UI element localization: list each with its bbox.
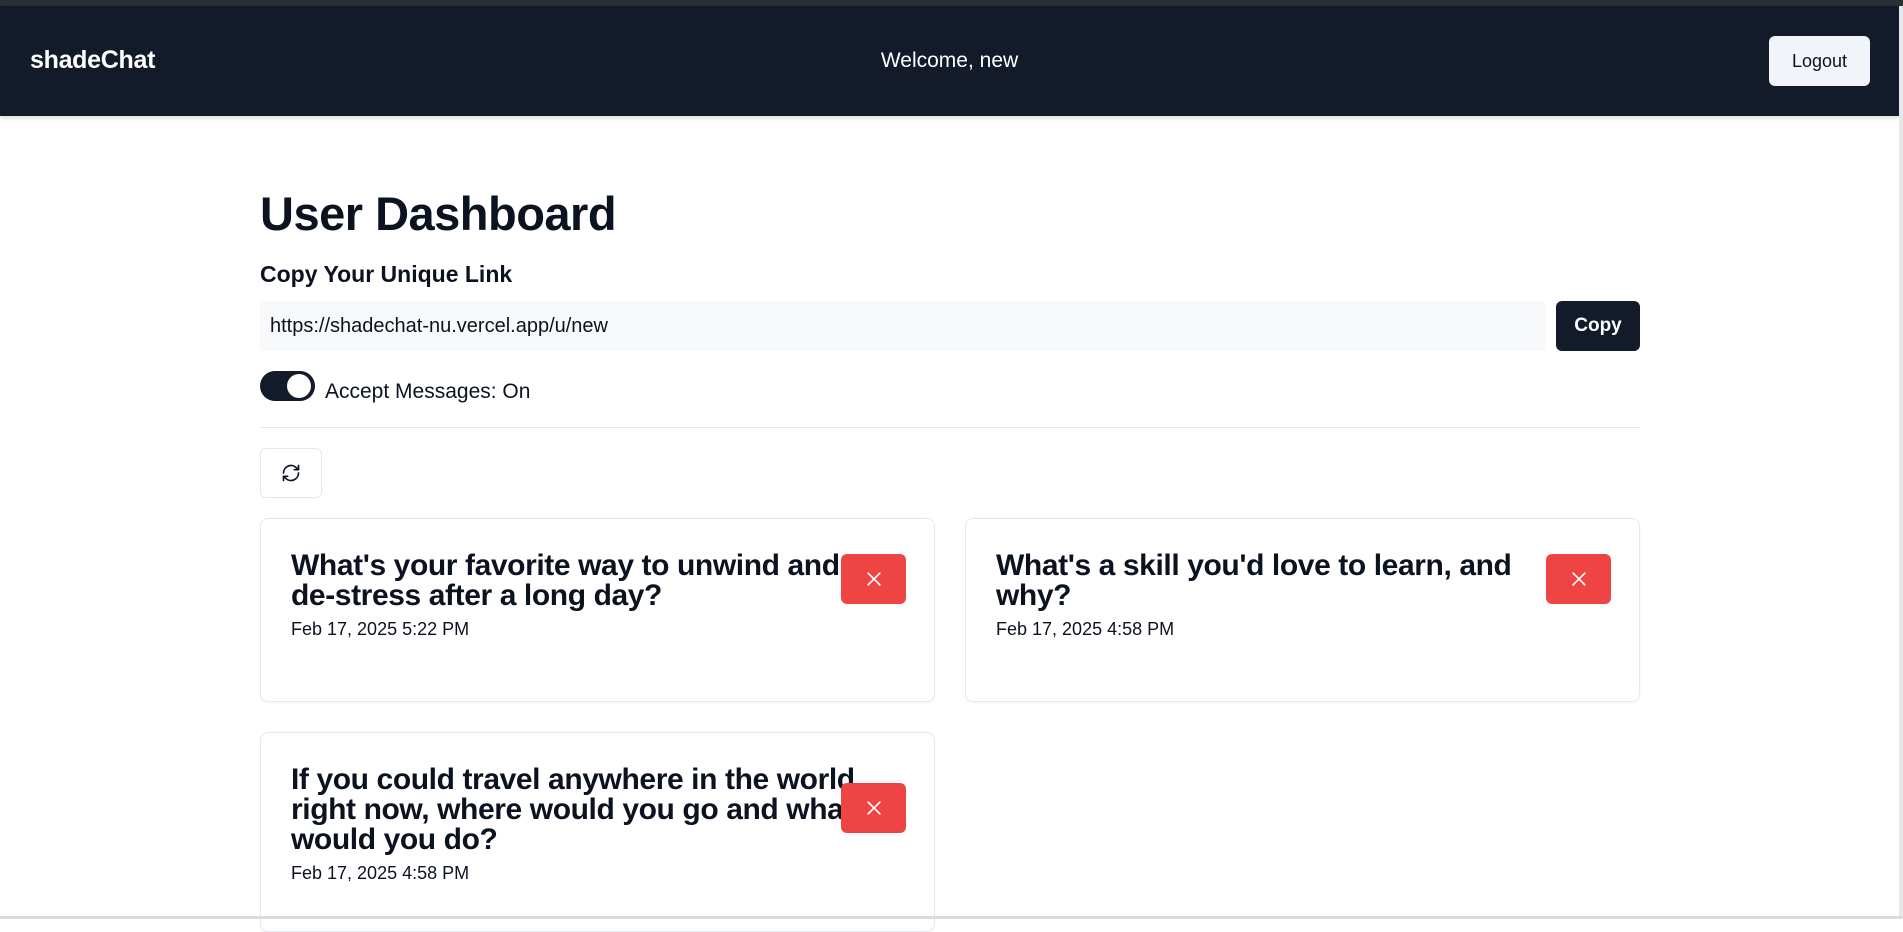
accept-messages-label: Accept Messages: On: [325, 380, 531, 403]
message-date: Feb 17, 2025 4:58 PM: [996, 619, 1175, 639]
message-card: What's a skill you'd love to learn, and …: [965, 518, 1640, 702]
divider: [260, 427, 1640, 428]
page-scroll-edge: [1899, 6, 1903, 919]
delete-message-button[interactable]: [841, 783, 906, 833]
unique-link-label: Copy Your Unique Link: [260, 261, 513, 287]
close-icon: [866, 801, 881, 815]
copy-link-button[interactable]: Copy: [1556, 301, 1640, 351]
message-date: Feb 17, 2025 4:58 PM: [291, 863, 470, 883]
page-title: User Dashboard: [260, 187, 617, 240]
welcome-text: Welcome, new: [880, 49, 1019, 72]
message-card: If you could travel anywhere in the worl…: [260, 732, 935, 932]
refresh-button[interactable]: [260, 448, 322, 498]
message-content: What's your favorite way to unwind and d…: [291, 549, 840, 612]
close-icon: [1571, 572, 1586, 586]
delete-message-button[interactable]: [1546, 554, 1611, 604]
refresh-icon: [282, 464, 300, 482]
unique-link-input[interactable]: [260, 301, 1546, 351]
close-icon: [866, 572, 881, 586]
message-content: If you could travel anywhere in the worl…: [291, 763, 855, 856]
navbar: shadeChat Welcome, new Logout: [0, 6, 1899, 116]
message-card: What's your favorite way to unwind and d…: [260, 518, 935, 702]
delete-message-button[interactable]: [841, 554, 906, 604]
message-date: Feb 17, 2025 5:22 PM: [291, 619, 470, 639]
accept-messages-toggle[interactable]: [260, 371, 315, 401]
message-content: What's a skill you'd love to learn, and …: [996, 549, 1512, 612]
toggle-knob: [287, 374, 311, 398]
logout-button[interactable]: Logout: [1769, 36, 1870, 86]
